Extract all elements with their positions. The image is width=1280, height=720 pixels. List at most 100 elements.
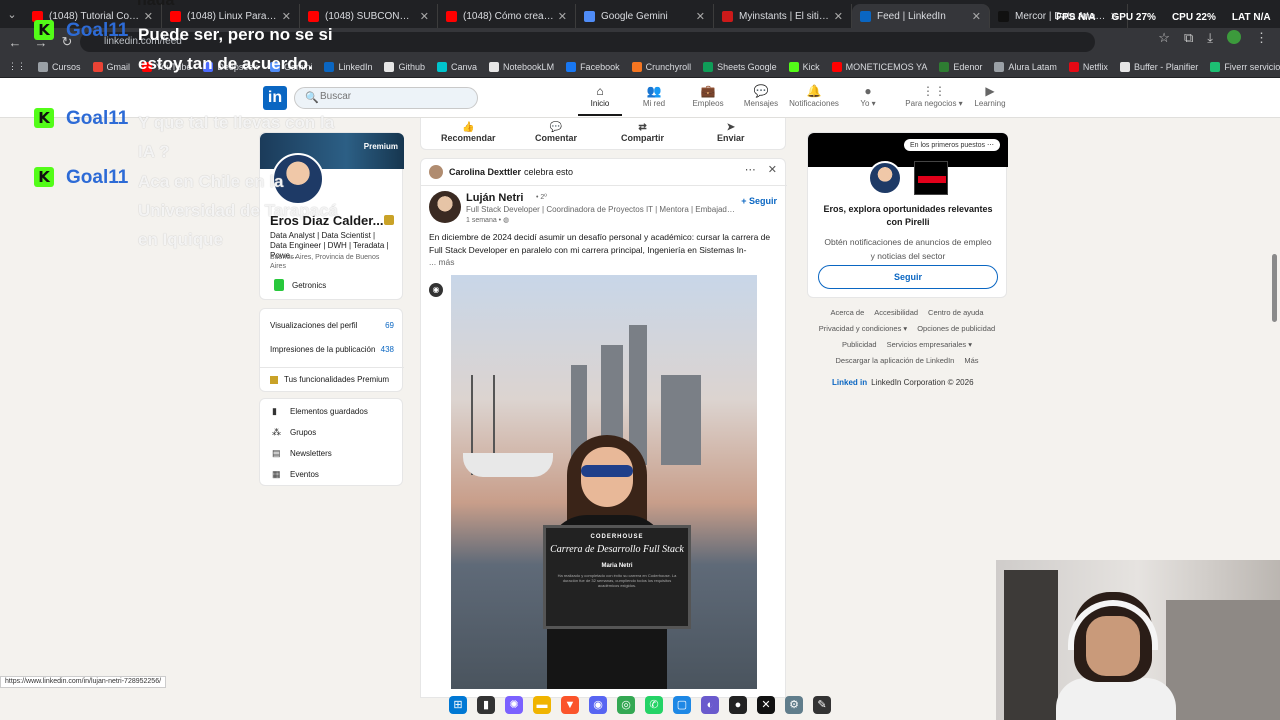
bookmark-item[interactable]: Facebook — [566, 61, 620, 72]
bookmark-item[interactable]: Netflix — [1068, 61, 1108, 72]
certificate: CODERHOUSE Carrera de Desarrollo Full St… — [543, 525, 691, 629]
shortcut-item[interactable]: ▮ Elementos guardados — [272, 406, 368, 417]
bookmark-favicon-icon — [489, 61, 500, 72]
bookmark-item[interactable]: Buffer - Planifier — [1119, 61, 1198, 72]
search-input[interactable] — [320, 91, 470, 102]
close-tab-icon[interactable]: ✕ — [834, 10, 843, 23]
footer-link[interactable]: Opciones de publicidad — [917, 324, 995, 333]
settings-icon[interactable]: ⚙ — [785, 696, 803, 714]
close-tab-icon[interactable]: ✕ — [696, 10, 705, 23]
copilot-icon[interactable]: ✺ — [505, 696, 523, 714]
download-icon[interactable]: ⤓ — [1207, 30, 1213, 47]
bookmark-item[interactable]: Fiverr servicio cuen... — [1210, 61, 1280, 72]
linkedin-logo[interactable]: in — [263, 86, 287, 110]
profile-location: Buenos Aires, Provincia de Buenos Aires — [270, 254, 380, 270]
footer-link[interactable]: Acerca de — [830, 308, 864, 317]
nav-item[interactable]: ● Yo ▾ — [840, 84, 896, 108]
app-icon[interactable]: ◐ — [701, 696, 719, 714]
celebrator-avatar[interactable] — [429, 165, 443, 179]
browser-tab[interactable]: Feed | LinkedIn ✕ — [852, 4, 990, 28]
bookmark-item[interactable]: Canva — [437, 61, 477, 72]
linkedin-wordmark: Linked in — [832, 378, 868, 387]
footer-link[interactable]: Servicios empresariales ▾ — [887, 340, 972, 349]
shortcut-item[interactable]: ▦ Eventos — [272, 469, 319, 480]
building-shape — [661, 375, 701, 465]
comment-icon: 💬 — [549, 122, 563, 133]
close-tab-icon[interactable]: ✕ — [558, 10, 567, 23]
bookmark-item[interactable]: Crunchyroll — [631, 61, 691, 72]
terminal-icon[interactable]: ▮ — [477, 696, 495, 714]
whatsapp-icon[interactable]: ✆ — [645, 696, 663, 714]
pen-icon[interactable]: ✎ — [813, 696, 831, 714]
stat-profile-views[interactable]: Visualizaciones del perfil 69 — [270, 321, 394, 330]
bookmark-item[interactable]: Edenor — [939, 61, 982, 72]
extensions-icon[interactable]: ⧉ — [1184, 30, 1193, 47]
bookmark-item[interactable]: Alura Latam — [994, 61, 1057, 72]
follow-button[interactable]: + Seguir — [741, 196, 777, 206]
author-name[interactable]: Luján Netri — [466, 192, 523, 204]
profile-avatar-icon[interactable] — [1227, 30, 1241, 47]
browser-tab[interactable]: Google Gemini ✕ — [576, 4, 714, 28]
post-action-button[interactable]: 💬 Comentar — [535, 122, 577, 143]
shortcuts-card: ▮ Elementos guardados ⁂ Grupos ▤ Newsletters ▦… — [259, 398, 403, 486]
nav-item[interactable]: ⌂ Inicio — [572, 84, 628, 116]
close-tab-icon[interactable]: ✕ — [972, 10, 981, 23]
footer-link[interactable]: Más — [964, 356, 978, 365]
close-icon[interactable]: ✕ — [768, 163, 777, 176]
search-box[interactable]: 🔍 — [294, 87, 478, 109]
tab-list-icon[interactable]: ⌄ — [0, 8, 24, 21]
footer-link[interactable]: Accesibilidad — [874, 308, 918, 317]
taskbar: ⊞ ▮ ✺ ▬ ▼ ◉ ◎ ✆ ▢ ◐ ● ✕ ⚙ ✎ — [420, 690, 860, 720]
pirelli-logo[interactable] — [914, 161, 948, 195]
bookmark-item[interactable]: NotebookLM — [489, 61, 554, 72]
shortcut-item[interactable]: ⁂ Grupos — [272, 427, 316, 438]
capcut-icon[interactable]: ✕ — [757, 696, 775, 714]
back-icon[interactable]: ← — [4, 35, 26, 50]
post-action-button[interactable]: ⇄ Compartir — [621, 122, 664, 143]
follow-company-button[interactable]: Seguir — [818, 265, 998, 289]
ad-pill[interactable]: En los primeros puestos ⋯ — [903, 139, 1000, 151]
windows-start-icon[interactable]: ⊞ — [449, 696, 467, 714]
chat-message: K Goal11 Puede ser, pero no se si estoy … — [34, 20, 338, 78]
apps-icon[interactable]: ⋮⋮ — [8, 61, 26, 72]
post-photo[interactable]: CODERHOUSE Carrera de Desarrollo Full St… — [451, 275, 757, 689]
bookmark-item[interactable]: MONETICEMOS YA — [831, 61, 927, 72]
see-more-link[interactable]: ... más — [429, 257, 455, 267]
celebrator-name[interactable]: Carolina Dexttler — [449, 167, 521, 177]
chrome-icon[interactable]: ◎ — [617, 696, 635, 714]
browser-tab[interactable]: Myinstants | El sitio web ✕ — [714, 4, 852, 28]
folder-icon[interactable]: ▬ — [533, 696, 551, 714]
stat-post-impressions[interactable]: Impresiones de la publicación 438 — [270, 345, 394, 354]
menu-icon[interactable]: ⋮ — [1255, 30, 1268, 47]
footer-link[interactable]: Privacidad y condiciones ▾ — [819, 324, 907, 333]
premium-features-link[interactable]: Tus funcionalidades Premium — [270, 375, 389, 384]
profile-company[interactable]: Getronics — [274, 279, 326, 291]
scrollbar-thumb[interactable] — [1272, 254, 1277, 322]
nav-item[interactable]: 💬 Mensajes — [733, 84, 789, 108]
brave-icon[interactable]: ▼ — [561, 696, 579, 714]
nav-item[interactable]: 💼 Empleos — [680, 84, 736, 108]
discord-icon[interactable]: ◉ — [589, 696, 607, 714]
more-options-icon[interactable]: ⋯ — [987, 142, 994, 149]
connection-degree: • 2º — [536, 194, 547, 201]
nav-item[interactable]: 👥 Mi red — [626, 84, 682, 108]
author-avatar[interactable] — [429, 191, 461, 223]
footer-link[interactable]: Publicidad — [842, 340, 877, 349]
post-action-button[interactable]: ➤ Enviar — [717, 122, 745, 143]
window-icon[interactable]: ▢ — [673, 696, 691, 714]
bookmark-star-icon[interactable]: ☆ — [1158, 30, 1170, 47]
bookmark-item[interactable]: Sheets Google — [703, 61, 777, 72]
footer-link[interactable]: Descargar la aplicación de LinkedIn — [836, 356, 955, 365]
shortcut-item[interactable]: ▤ Newsletters — [272, 448, 332, 459]
more-options-icon[interactable]: ⋯ — [745, 163, 756, 176]
post-action-button[interactable]: 👍 Recomendar — [441, 122, 496, 143]
close-tab-icon[interactable]: ✕ — [420, 10, 429, 23]
obs-icon[interactable]: ● — [729, 696, 747, 714]
bookmark-item[interactable]: Kick — [788, 61, 820, 72]
nav-item[interactable]: 🔔 Notificaciones — [786, 84, 842, 108]
footer-link[interactable]: Centro de ayuda — [928, 308, 983, 317]
nav-item[interactable]: ▶ Learning — [962, 84, 1018, 108]
browser-tab[interactable]: (1048) Cómo crear funcio ✕ — [438, 4, 576, 28]
nav-item[interactable]: ⋮⋮ Para negocios ▾ — [904, 84, 964, 108]
bookmark-item[interactable]: Github — [384, 61, 425, 72]
